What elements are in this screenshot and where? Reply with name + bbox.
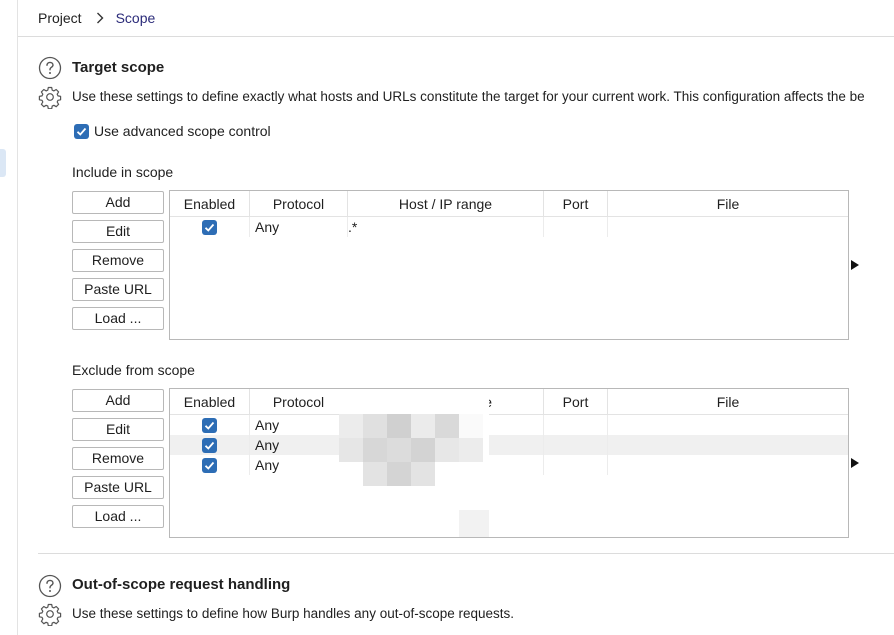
breadcrumb-project[interactable]: Project xyxy=(38,10,82,26)
left-navigation-rail xyxy=(0,0,18,635)
include-load-button[interactable]: Load ... xyxy=(72,307,164,330)
row-protocol: Any xyxy=(250,455,348,475)
advanced-scope-checkbox[interactable] xyxy=(74,123,89,139)
include-scope-label: Include in scope xyxy=(72,164,174,180)
target-scope-settings xyxy=(38,85,62,109)
gear-icon[interactable] xyxy=(38,85,62,109)
expand-arrow-icon[interactable] xyxy=(851,260,859,270)
row-port xyxy=(544,435,608,455)
breadcrumb: Project Scope xyxy=(18,0,894,37)
column-header-file[interactable]: File xyxy=(608,389,848,414)
exclude-add-button[interactable]: Add xyxy=(72,389,164,412)
exclude-paste-url-button[interactable]: Paste URL xyxy=(72,476,164,499)
out-of-scope-settings xyxy=(38,602,62,626)
table-row[interactable]: Any xyxy=(170,435,848,455)
help-icon[interactable] xyxy=(38,574,62,598)
section-divider xyxy=(38,553,894,554)
column-header-protocol[interactable]: Protocol xyxy=(250,191,348,216)
include-button-column: Add Edit Remove Paste URL Load ... xyxy=(72,191,164,336)
row-enabled-checkbox[interactable] xyxy=(202,417,217,433)
row-host: .* xyxy=(348,217,544,237)
row-file xyxy=(608,435,848,455)
out-of-scope-icons xyxy=(38,574,62,598)
target-scope-description: Use these settings to define exactly wha… xyxy=(72,89,865,104)
exclude-button-column: Add Edit Remove Paste URL Load ... xyxy=(72,389,164,534)
table-row[interactable]: Any xyxy=(170,455,848,475)
redaction-mask xyxy=(339,389,489,537)
column-header-port[interactable]: Port xyxy=(544,191,608,216)
table-row[interactable]: Any .* xyxy=(170,217,848,237)
include-scope-table[interactable]: Enabled Protocol Host / IP range Port Fi… xyxy=(169,190,849,340)
column-header-protocol[interactable]: Protocol xyxy=(250,389,348,414)
row-port xyxy=(544,217,608,237)
row-file xyxy=(608,415,848,435)
exclude-edit-button[interactable]: Edit xyxy=(72,418,164,441)
out-of-scope-title: Out-of-scope request handling xyxy=(72,576,291,593)
target-scope-title: Target scope xyxy=(72,59,165,76)
include-paste-url-button[interactable]: Paste URL xyxy=(72,278,164,301)
row-enabled-checkbox[interactable] xyxy=(202,437,217,453)
advanced-scope-toggle[interactable]: Use advanced scope control xyxy=(74,123,271,139)
column-header-enabled[interactable]: Enabled xyxy=(170,389,250,414)
exclude-scope-table[interactable]: Enabled Protocol Host / IP range Port Fi… xyxy=(169,388,849,538)
row-file xyxy=(608,455,848,475)
exclude-remove-button[interactable]: Remove xyxy=(72,447,164,470)
chevron-right-icon xyxy=(96,12,104,24)
row-port xyxy=(544,415,608,435)
include-edit-button[interactable]: Edit xyxy=(72,220,164,243)
column-header-host[interactable]: Host / IP range xyxy=(348,191,544,216)
column-header-port[interactable]: Port xyxy=(544,389,608,414)
column-header-file[interactable]: File xyxy=(608,191,848,216)
row-protocol: Any xyxy=(250,217,348,237)
nav-selection-marker xyxy=(0,149,6,177)
include-add-button[interactable]: Add xyxy=(72,191,164,214)
exclude-scope-label: Exclude from scope xyxy=(72,362,195,378)
out-of-scope-description: Use these settings to define how Burp ha… xyxy=(72,606,515,621)
row-protocol: Any xyxy=(250,415,348,435)
help-icon[interactable] xyxy=(38,56,62,80)
row-protocol: Any xyxy=(250,435,348,455)
table-header: Enabled Protocol Host / IP range Port Fi… xyxy=(170,389,848,415)
advanced-scope-label: Use advanced scope control xyxy=(94,123,271,139)
column-header-enabled[interactable]: Enabled xyxy=(170,191,250,216)
target-scope-icons xyxy=(38,56,62,80)
row-enabled-checkbox[interactable] xyxy=(202,457,217,473)
expand-arrow-icon[interactable] xyxy=(851,458,859,468)
gear-icon[interactable] xyxy=(38,602,62,626)
include-remove-button[interactable]: Remove xyxy=(72,249,164,272)
row-enabled-checkbox[interactable] xyxy=(202,219,217,235)
table-header: Enabled Protocol Host / IP range Port Fi… xyxy=(170,191,848,217)
breadcrumb-scope[interactable]: Scope xyxy=(116,10,156,26)
table-row[interactable]: Any xyxy=(170,415,848,435)
exclude-load-button[interactable]: Load ... xyxy=(72,505,164,528)
row-port xyxy=(544,455,608,475)
row-file xyxy=(608,217,848,237)
